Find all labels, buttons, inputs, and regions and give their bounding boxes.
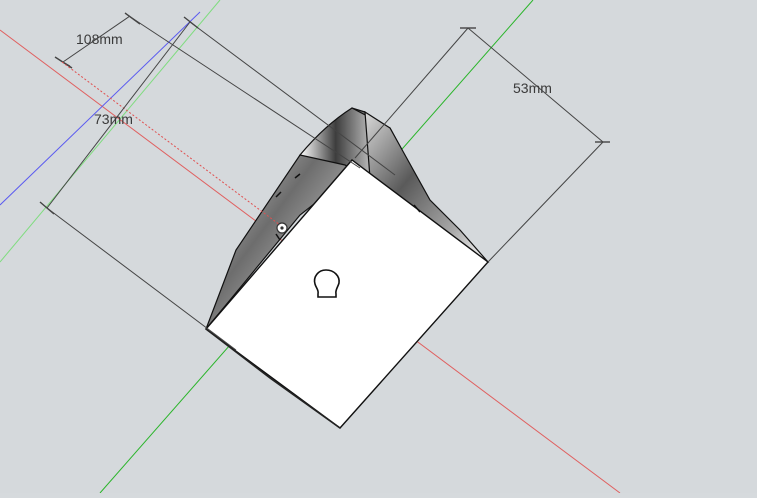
front-face[interactable] (204, 159, 490, 429)
dimension-label-53[interactable]: 53mm (513, 80, 552, 96)
keyhole-slot-icon[interactable] (313, 269, 340, 298)
inference-point-center (280, 226, 284, 230)
scene-svg[interactable]: 108mm 73mm 53mm (0, 0, 757, 494)
enclosure-model[interactable] (204, 107, 490, 429)
dimension-label-73[interactable]: 73mm (94, 111, 133, 127)
3d-viewport[interactable]: 108mm 73mm 53mm (0, 0, 757, 494)
dimension-label-108[interactable]: 108mm (76, 31, 123, 47)
